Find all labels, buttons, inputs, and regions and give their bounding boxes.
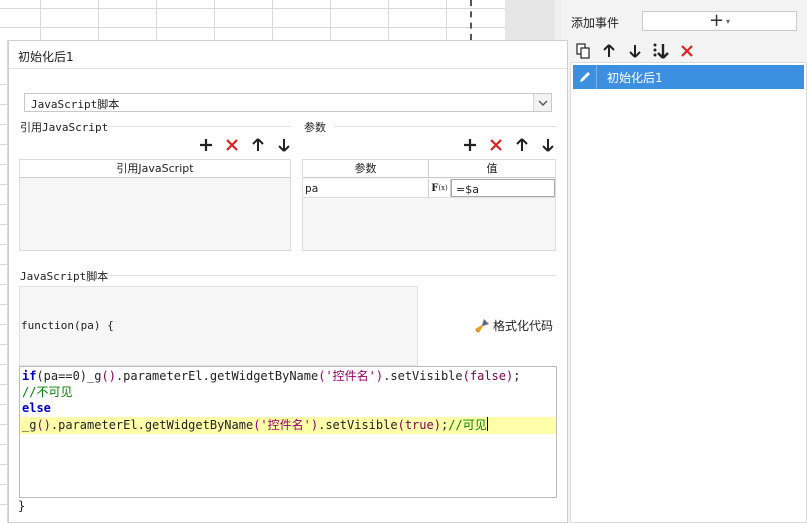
code-line-4: _g().parameterEl.getWidgetByName('控件名').…	[22, 417, 488, 432]
delete-icon[interactable]	[223, 136, 241, 154]
format-code-label: 格式化代码	[493, 319, 554, 333]
divider	[107, 275, 557, 276]
arrow-down-icon[interactable]	[539, 136, 557, 154]
code-line-1: if(pa==0)_g().parameterEl.getWidgetByNam…	[22, 369, 521, 383]
arrow-up-icon[interactable]	[513, 136, 531, 154]
ref-js-table-header: 引用JavaScript	[20, 160, 290, 178]
param-name-cell[interactable]: pa	[303, 179, 429, 197]
edit-pencil-icon[interactable]	[573, 65, 597, 89]
params-table: 参数 值 pa F (x) =$a	[302, 159, 556, 251]
script-type-select[interactable]: JavaScript脚本	[24, 93, 552, 112]
events-panel-title: 添加事件	[571, 16, 620, 30]
params-toolbar	[461, 136, 557, 154]
function-signature: function(pa) {	[21, 319, 114, 332]
arrow-down-icon[interactable]	[626, 42, 644, 60]
event-editor-dialog: 初始化后1 JavaScript脚本 引用JavaScript 引用JavaSc…	[8, 40, 568, 523]
add-event-dropdown[interactable]: + ▾	[642, 11, 797, 31]
events-panel: 添加事件 + ▾ 初始化后1	[562, 0, 807, 523]
function-signature-box: function(pa) {	[19, 286, 418, 366]
events-panel-header: 添加事件 + ▾	[562, 0, 807, 38]
sort-down-icon[interactable]	[652, 42, 670, 60]
script-type-value: JavaScript脚本	[31, 98, 120, 111]
add-icon[interactable]	[197, 136, 215, 154]
background-spreadsheet	[0, 0, 555, 40]
format-code-button[interactable]: 格式化代码	[474, 317, 553, 334]
chevron-down-icon[interactable]	[533, 94, 551, 111]
delete-icon[interactable]	[678, 42, 696, 60]
event-item-selected[interactable]: 初始化后1	[573, 65, 804, 89]
ref-js-column-header: 引用JavaScript	[116, 162, 194, 175]
arrow-down-icon[interactable]	[275, 136, 293, 154]
text-cursor	[486, 417, 488, 431]
formula-icon-letter: F	[431, 182, 439, 194]
params-table-header: 参数 值	[303, 160, 555, 178]
formula-icon[interactable]: F (x)	[429, 179, 451, 197]
events-toolbar	[570, 40, 807, 62]
dialog-title-bar: 初始化后1	[9, 41, 567, 69]
chevron-down-icon: ▾	[726, 16, 731, 26]
ref-js-toolbar	[197, 136, 293, 154]
script-section-label: JavaScript脚本	[20, 270, 109, 283]
code-editor[interactable]: if(pa==0)_g().parameterEl.getWidgetByNam…	[19, 366, 557, 498]
closing-brace: }	[18, 499, 26, 513]
ref-js-label: 引用JavaScript	[20, 121, 109, 134]
param-value-input[interactable]: =$a	[451, 179, 555, 197]
add-icon[interactable]	[461, 136, 479, 154]
formula-icon-sub: (x)	[438, 184, 448, 192]
events-list: 初始化后1	[570, 62, 807, 523]
divider	[107, 126, 291, 127]
params-column-name: 参数	[303, 160, 429, 178]
dialog-title: 初始化后1	[18, 50, 74, 64]
delete-icon[interactable]	[487, 136, 505, 154]
arrow-up-icon[interactable]	[600, 42, 618, 60]
params-label: 参数	[304, 121, 326, 134]
table-row[interactable]: pa F (x) =$a	[303, 179, 555, 198]
broom-icon	[475, 318, 489, 333]
divider	[334, 126, 557, 127]
sheet-scrollbar[interactable]	[505, 0, 555, 40]
plus-icon: +	[708, 10, 725, 31]
arrow-up-icon[interactable]	[249, 136, 267, 154]
code-line-3: else	[22, 401, 51, 415]
params-column-value: 值	[486, 162, 498, 175]
sheet-row-strip	[0, 40, 8, 523]
copy-icon[interactable]	[574, 42, 592, 60]
event-item-label: 初始化后1	[607, 70, 663, 85]
code-line-2: //不可见	[22, 385, 73, 399]
ref-js-table: 引用JavaScript	[19, 159, 291, 251]
